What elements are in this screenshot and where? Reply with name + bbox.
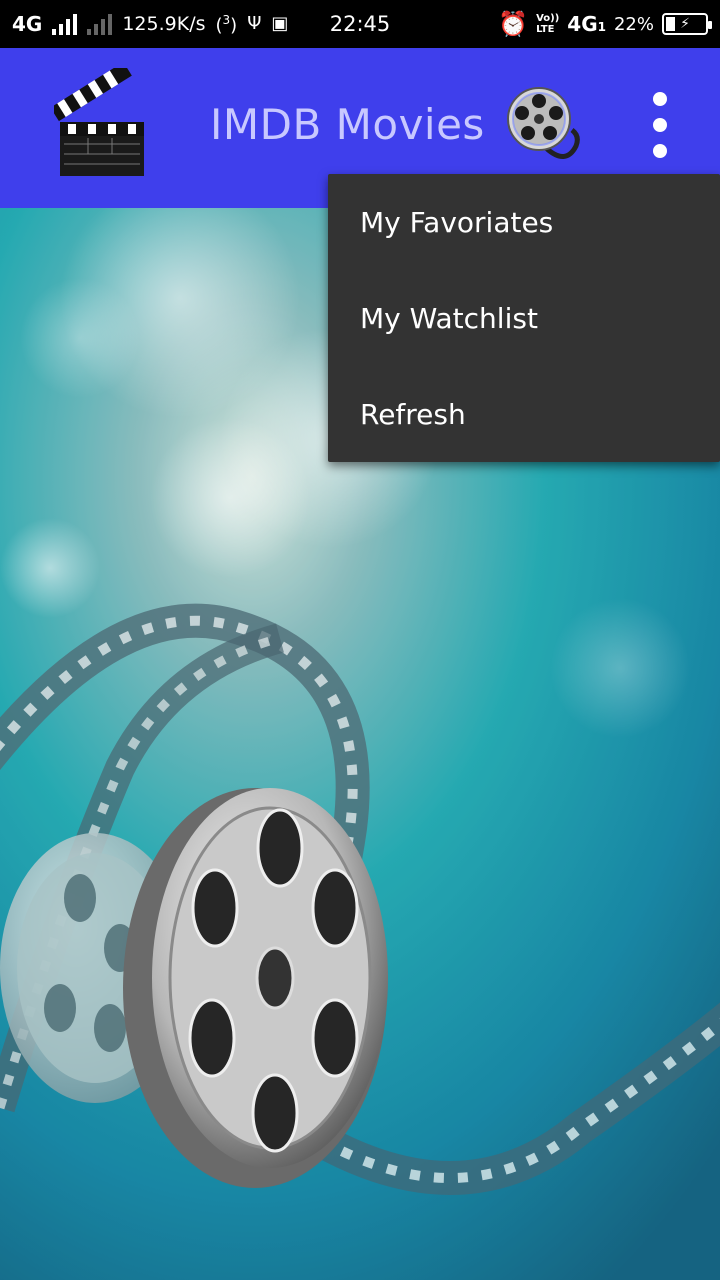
- battery-percent: 22%: [613, 13, 654, 35]
- status-left: 4G 125.9K/s (3) Ψ ▣: [12, 0, 288, 48]
- overflow-menu: My Favoriates My Watchlist Refresh: [328, 174, 720, 462]
- volte-top: Vo)): [536, 13, 560, 24]
- menu-item-favorites[interactable]: My Favoriates: [328, 174, 720, 270]
- battery-icon: ⚡: [662, 13, 712, 35]
- app-title: IMDB Movies: [210, 100, 485, 149]
- usb-debug-icon: ▣: [271, 13, 289, 34]
- network-type: 4G: [12, 12, 43, 36]
- usb-icon: Ψ: [247, 13, 262, 34]
- volte-indicator: Vo)) LTE: [536, 13, 559, 35]
- status-bar: 4G 125.9K/s (3) Ψ ▣ 22:45 ⏰ Vo)) LTE 4G1…: [0, 0, 720, 48]
- network-type-2-sub: 1: [597, 20, 606, 34]
- status-right: ⏰ Vo)) LTE 4G1 22% ⚡: [498, 0, 712, 48]
- clapperboard-icon: [54, 68, 144, 176]
- network-speed: 125.9K/s: [122, 13, 206, 35]
- film-reel-icon[interactable]: [506, 86, 580, 166]
- alarm-icon: ⏰: [498, 10, 529, 38]
- hotspot-count: 3: [222, 12, 231, 27]
- volte-bottom: LTE: [536, 24, 555, 35]
- network-type-2: 4G1: [567, 12, 606, 36]
- signal-icon: [52, 13, 78, 35]
- status-time: 22:45: [329, 12, 391, 36]
- network-type-2-label: 4G: [567, 12, 598, 36]
- signal-icon-2: [87, 13, 113, 35]
- menu-item-refresh[interactable]: Refresh: [328, 366, 720, 462]
- hotspot-icon: (3): [215, 12, 238, 36]
- more-vert-icon[interactable]: [645, 92, 675, 158]
- menu-item-watchlist[interactable]: My Watchlist: [328, 270, 720, 366]
